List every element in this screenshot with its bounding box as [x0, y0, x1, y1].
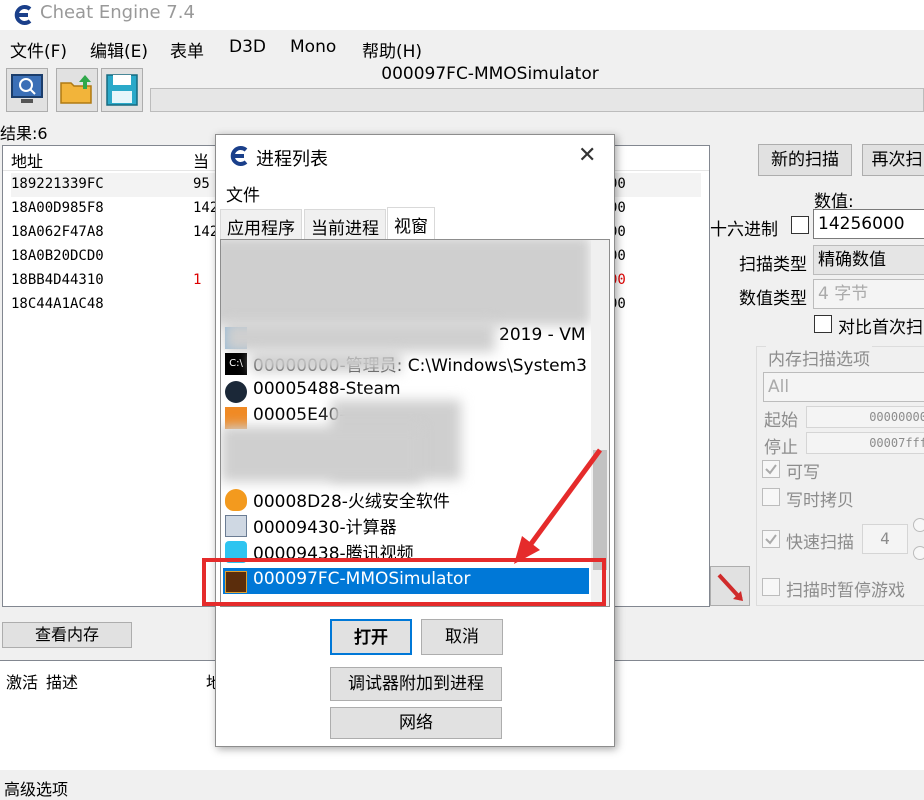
next-scan-button[interactable]: 再次扫 — [862, 144, 924, 176]
column-active[interactable]: 激活 — [6, 669, 38, 693]
advanced-options-link[interactable]: 高级选项 — [4, 776, 68, 800]
red-arrow-icon — [717, 573, 743, 601]
cancel-button[interactable]: 取消 — [421, 619, 503, 655]
compare-first-label: 对比首次扫 — [838, 318, 923, 338]
writable-label: 可写 — [786, 463, 820, 483]
row-address: 18A062F47A8 — [11, 224, 104, 240]
compare-first-checkbox[interactable] — [814, 315, 832, 333]
scan-type-select[interactable]: 精确数值 — [813, 245, 924, 275]
tab-windows[interactable]: 视窗 — [387, 207, 435, 239]
menu-form[interactable]: 表单 — [170, 37, 204, 62]
value-type-label: 数值类型 — [739, 289, 807, 309]
folder-open-icon — [60, 75, 92, 104]
cheat-engine-logo-icon — [230, 146, 248, 166]
cheat-engine-logo-icon — [14, 5, 32, 25]
attach-debugger-button[interactable]: 调试器附加到进程 — [330, 667, 502, 701]
window-title: Cheat Engine 7.4 — [40, 2, 195, 23]
tab-applications[interactable]: 应用程序 — [220, 209, 302, 239]
blurred-region — [251, 352, 401, 372]
row-address: 189221339FC — [11, 176, 104, 192]
value-type-select[interactable]: 4 字节 — [813, 279, 924, 309]
monitor-icon — [11, 74, 43, 103]
menu-bar: 文件(F) 编辑(E) 表单 D3D Mono 帮助(H) — [0, 32, 924, 62]
calculator-icon — [225, 515, 247, 537]
menu-mono[interactable]: Mono — [290, 37, 336, 57]
network-button[interactable]: 网络 — [330, 707, 502, 739]
view-memory-button[interactable]: 查看内存 — [2, 622, 132, 648]
save-button[interactable] — [101, 68, 143, 112]
dialog-title: 进程列表 — [256, 149, 328, 170]
last-digits-radio[interactable] — [913, 546, 924, 560]
stop-address-input[interactable]: 00007fff — [806, 432, 924, 454]
results-count: 结果:6 — [0, 124, 48, 143]
open-button[interactable]: 打开 — [330, 619, 412, 655]
steam-icon — [225, 381, 247, 403]
checkmark-icon — [765, 534, 777, 545]
alignment-radio[interactable] — [913, 518, 924, 532]
pause-game-label: 扫描时暂停游戏 — [786, 581, 905, 601]
hex-checkbox[interactable] — [791, 216, 809, 234]
fast-scan-alignment-input[interactable]: 4 — [862, 524, 908, 554]
row-value: 1 — [193, 272, 202, 288]
open-process-button[interactable] — [6, 68, 48, 112]
blurred-region — [225, 322, 495, 352]
column-description[interactable]: 描述 — [46, 669, 78, 693]
memory-options-label: 内存扫描选项 — [766, 345, 872, 370]
start-label: 起始 — [764, 411, 798, 431]
close-icon[interactable]: ✕ — [578, 143, 596, 168]
fast-scan-checkbox[interactable] — [762, 530, 780, 548]
floppy-disk-icon — [106, 74, 138, 106]
tab-processes[interactable]: 当前进程 — [304, 209, 386, 239]
stop-label: 停止 — [764, 438, 798, 458]
fast-scan-label: 快速扫描 — [786, 533, 854, 553]
column-value[interactable]: 当 — [193, 148, 209, 172]
writable-checkbox[interactable] — [762, 460, 780, 478]
add-to-list-button[interactable] — [710, 566, 750, 606]
open-file-button[interactable] — [56, 68, 98, 112]
blurred-region — [221, 426, 421, 482]
row-address: 18BB4D44310 — [11, 272, 104, 288]
menu-help[interactable]: 帮助(H) — [362, 37, 422, 62]
start-address-input[interactable]: 00000000 — [806, 406, 924, 428]
pause-game-checkbox[interactable] — [762, 578, 780, 596]
menu-edit[interactable]: 编辑(E) — [90, 37, 148, 62]
copy-on-write-checkbox[interactable] — [762, 488, 780, 506]
row-address: 18A00D985F8 — [11, 200, 104, 216]
huorong-icon — [225, 489, 247, 511]
column-address[interactable]: 地址 — [11, 148, 43, 172]
memory-region-select[interactable]: All — [763, 372, 924, 402]
row-address: 18C44A1AC48 — [11, 296, 104, 312]
new-scan-button[interactable]: 新的扫描 — [758, 144, 852, 176]
attached-process-title: 000097FC-MMOSimulator — [381, 64, 599, 84]
dialog-menu-file[interactable]: 文件 — [226, 181, 260, 206]
scan-value-input[interactable]: 14256000 — [813, 209, 924, 239]
menu-file[interactable]: 文件(F) — [10, 37, 67, 62]
annotation-arrow-icon — [514, 448, 603, 564]
checkmark-icon — [765, 464, 777, 475]
copy-on-write-label: 写时拷贝 — [786, 491, 854, 511]
scan-type-label: 扫描类型 — [739, 255, 807, 275]
row-value: 95 — [193, 176, 210, 192]
row-address: 18A0B20DCD0 — [11, 248, 104, 264]
menu-d3d[interactable]: D3D — [229, 37, 266, 57]
scan-progress-bar — [150, 88, 924, 112]
hex-label: 十六进制 — [710, 220, 778, 240]
blurred-region — [221, 240, 591, 326]
cmd-icon: C:\ — [225, 353, 247, 375]
